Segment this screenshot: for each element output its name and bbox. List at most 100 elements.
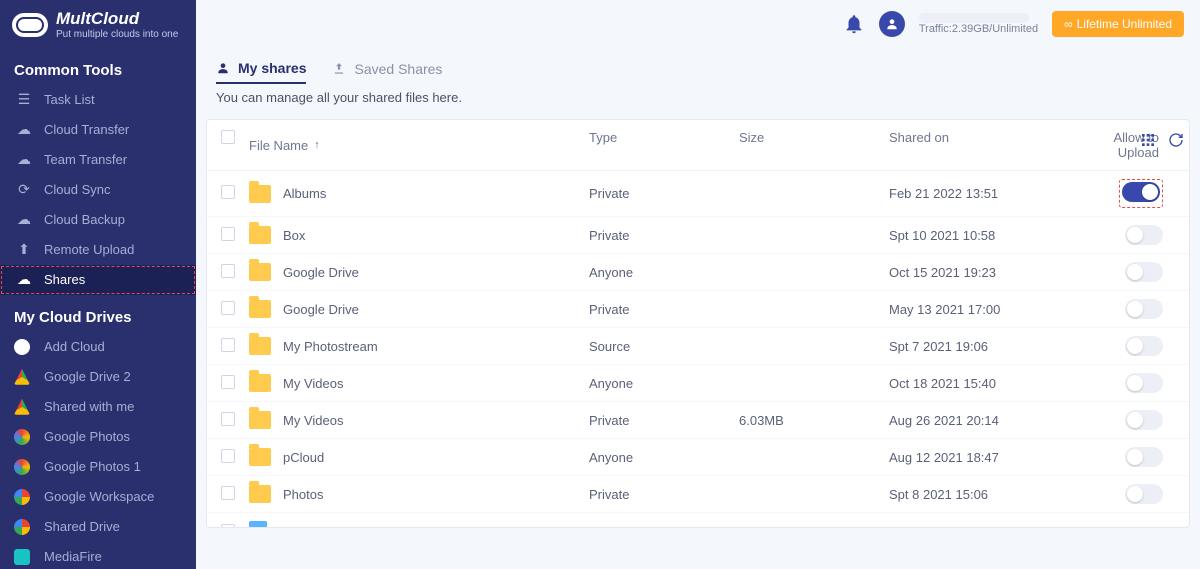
tab-my-shares[interactable]: My shares xyxy=(216,54,306,84)
file-name: Box xyxy=(283,228,305,243)
sidebar-item-label: Google Workspace xyxy=(44,489,154,504)
cell-shared: Oct 15 2021 19:23 xyxy=(889,265,1089,280)
table-row[interactable]: Google DriveAnyoneOct 15 2021 19:23 xyxy=(207,254,1189,291)
tab-saved-shares[interactable]: Saved Shares xyxy=(332,55,442,83)
cell-upload xyxy=(1089,179,1175,208)
col-header-shared[interactable]: Shared on xyxy=(889,130,1089,160)
row-checkbox[interactable] xyxy=(221,338,235,352)
sidebar-item-cloud-transfer[interactable]: ☁Cloud Transfer xyxy=(0,115,196,145)
table-row[interactable]: My VideosPrivate6.03MBAug 26 2021 20:14 xyxy=(207,402,1189,439)
row-checkbox[interactable] xyxy=(221,185,235,199)
topbar: Traffic:2.39GB/Unlimited ∞Lifetime Unlim… xyxy=(196,0,1200,48)
row-checkbox[interactable] xyxy=(221,301,235,315)
cell-shared: Spt 10 2021 10:58 xyxy=(889,228,1089,243)
upload-toggle[interactable] xyxy=(1125,225,1163,245)
table-row[interactable]: My PhotostreamSourceSpt 7 2021 19:06 xyxy=(207,328,1189,365)
cell-upload xyxy=(1089,299,1175,319)
select-all-checkbox[interactable] xyxy=(221,130,235,144)
brand[interactable]: MultCloud Put multiple clouds into one xyxy=(0,0,196,48)
cell-upload xyxy=(1089,373,1175,393)
sidebar-item-drive[interactable]: Google Drive 2 xyxy=(0,362,196,392)
sidebar-item-drive[interactable]: Shared Drive xyxy=(0,512,196,542)
sidebar-heading-common: Common Tools xyxy=(0,48,196,85)
workspace-icon xyxy=(14,489,30,505)
tab-label: My shares xyxy=(238,60,306,76)
upload-toggle[interactable] xyxy=(1125,262,1163,282)
sidebar-item-cloud-backup[interactable]: ☁Cloud Backup xyxy=(0,205,196,235)
sidebar-item-label: MediaFire xyxy=(44,549,102,564)
upload-toggle[interactable] xyxy=(1125,484,1163,504)
row-checkbox[interactable] xyxy=(221,486,235,500)
sidebar-item-drive[interactable]: Google Workspace xyxy=(0,482,196,512)
row-checkbox[interactable] xyxy=(221,524,235,528)
sidebar-item-shares[interactable]: ☁Shares xyxy=(0,265,196,295)
sync-icon: ⟳ xyxy=(14,182,34,198)
tab-label: Saved Shares xyxy=(354,61,442,77)
folder-icon xyxy=(249,485,271,503)
sidebar-item-tasklist[interactable]: ☰Task List xyxy=(0,85,196,115)
row-checkbox[interactable] xyxy=(221,449,235,463)
folder-icon xyxy=(249,226,271,244)
row-checkbox[interactable] xyxy=(221,227,235,241)
lifetime-button[interactable]: ∞Lifetime Unlimited xyxy=(1052,11,1184,37)
cell-upload xyxy=(1089,336,1175,356)
cell-type: Anyone xyxy=(589,376,739,391)
sidebar-item-label: Shared with me xyxy=(44,399,134,414)
table-row[interactable]: pCloudAnyoneAug 12 2021 18:47 xyxy=(207,439,1189,476)
cell-shared: Spt 7 2021 19:06 xyxy=(889,339,1089,354)
table-row[interactable]: Box Private Spt 10 2021 10:58 xyxy=(207,217,1189,254)
table: File Name↑ Type Size Shared on Allow to … xyxy=(206,119,1190,528)
sidebar-item-drive[interactable]: Shared with me xyxy=(0,392,196,422)
table-row[interactable]: PhotosPrivateSpt 8 2021 15:06 xyxy=(207,476,1189,513)
bell-icon[interactable] xyxy=(843,13,865,35)
sidebar-heading-drives: My Cloud Drives xyxy=(0,295,196,332)
cell-type: Anyone xyxy=(589,265,739,280)
table-row[interactable]: My VideosAnyoneOct 18 2021 15:40 xyxy=(207,365,1189,402)
file-name: My Videos xyxy=(283,413,343,428)
cloud-icon: ☁ xyxy=(14,122,34,138)
upload-toggle[interactable] xyxy=(1125,336,1163,356)
refresh-icon[interactable] xyxy=(1168,132,1184,148)
upload-toggle[interactable] xyxy=(1122,182,1160,202)
upload-toggle[interactable] xyxy=(1125,373,1163,393)
cell-type: Private xyxy=(589,228,739,243)
cell-shared: May 6 2021 15:22 xyxy=(889,525,1089,528)
cell-shared: May 13 2021 17:00 xyxy=(889,302,1089,317)
sidebar-item-drive[interactable]: Google Photos xyxy=(0,422,196,452)
file-name: Google Drive xyxy=(283,302,359,317)
col-header-type[interactable]: Type xyxy=(589,130,739,160)
sidebar-item-remote-upload[interactable]: ⬆Remote Upload xyxy=(0,235,196,265)
user-pill xyxy=(919,13,1029,23)
sidebar-item-drive[interactable]: Google Photos 1 xyxy=(0,452,196,482)
sort-up-icon: ↑ xyxy=(314,139,320,151)
row-checkbox[interactable] xyxy=(221,412,235,426)
person-icon xyxy=(216,61,230,75)
avatar[interactable] xyxy=(879,11,905,37)
sidebar-item-add-cloud[interactable]: Add Cloud xyxy=(0,332,196,362)
cell-shared: Feb 21 2022 13:51 xyxy=(889,186,1089,201)
cell-type: Private xyxy=(589,413,739,428)
upload-toggle[interactable] xyxy=(1125,447,1163,467)
table-header: File Name↑ Type Size Shared on Allow to … xyxy=(207,120,1189,171)
photos-icon xyxy=(14,459,30,475)
row-checkbox[interactable] xyxy=(221,375,235,389)
folder-icon xyxy=(249,300,271,318)
upload-toggle[interactable] xyxy=(1125,410,1163,430)
sidebar-item-label: Shared Drive xyxy=(44,519,120,534)
col-header-size[interactable]: Size xyxy=(739,130,889,160)
sidebar-item-drive[interactable]: MediaFire xyxy=(0,542,196,569)
table-row[interactable]: Google DrivePrivateMay 13 2021 17:00 xyxy=(207,291,1189,328)
upload-icon: ⬆ xyxy=(14,242,34,258)
col-header-name[interactable]: File Name↑ xyxy=(249,130,589,160)
row-checkbox[interactable] xyxy=(221,264,235,278)
file-name: add-backblaze-and-google-drive xyxy=(279,525,465,528)
upload-toggle[interactable] xyxy=(1125,299,1163,319)
sidebar-item-cloud-sync[interactable]: ⟳Cloud Sync xyxy=(0,175,196,205)
sidebar-item-team-transfer[interactable]: ☁Team Transfer xyxy=(0,145,196,175)
table-row[interactable]: AlbumsPrivateFeb 21 2022 13:51 xyxy=(207,171,1189,217)
table-row[interactable]: add-backblaze-and-google-driveSource44.7… xyxy=(207,513,1189,527)
file-name: My Photostream xyxy=(283,339,378,354)
sidebar: MultCloud Put multiple clouds into one C… xyxy=(0,0,196,569)
workspace-icon xyxy=(14,519,30,535)
grid-icon[interactable] xyxy=(1140,132,1156,148)
